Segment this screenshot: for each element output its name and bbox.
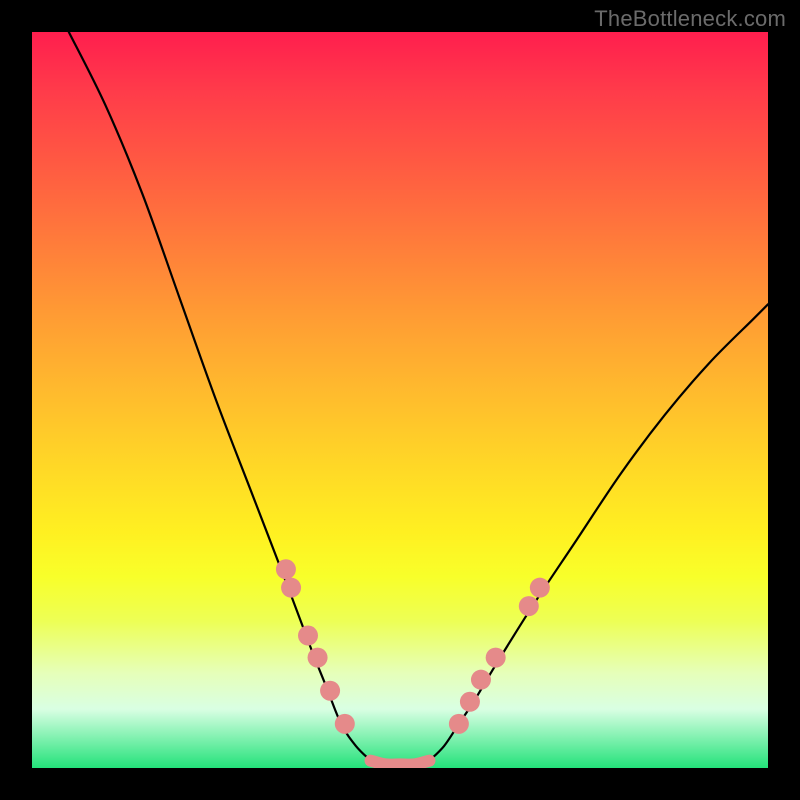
series-right-curve xyxy=(429,304,768,760)
markers-group xyxy=(276,559,550,734)
marker-dot xyxy=(320,681,340,701)
marker-dot xyxy=(298,626,318,646)
marker-dot xyxy=(471,670,491,690)
series-valley-floor xyxy=(371,761,430,765)
marker-dot xyxy=(486,648,506,668)
marker-dot xyxy=(335,714,355,734)
chart-frame: TheBottleneck.com xyxy=(0,0,800,800)
watermark-text: TheBottleneck.com xyxy=(594,6,786,32)
marker-dot xyxy=(519,596,539,616)
series-group xyxy=(69,32,768,765)
plot-area xyxy=(32,32,768,768)
marker-dot xyxy=(276,559,296,579)
marker-dot xyxy=(530,578,550,598)
marker-dot xyxy=(308,648,328,668)
marker-dot xyxy=(281,578,301,598)
chart-svg xyxy=(32,32,768,768)
marker-dot xyxy=(460,692,480,712)
marker-dot xyxy=(449,714,469,734)
